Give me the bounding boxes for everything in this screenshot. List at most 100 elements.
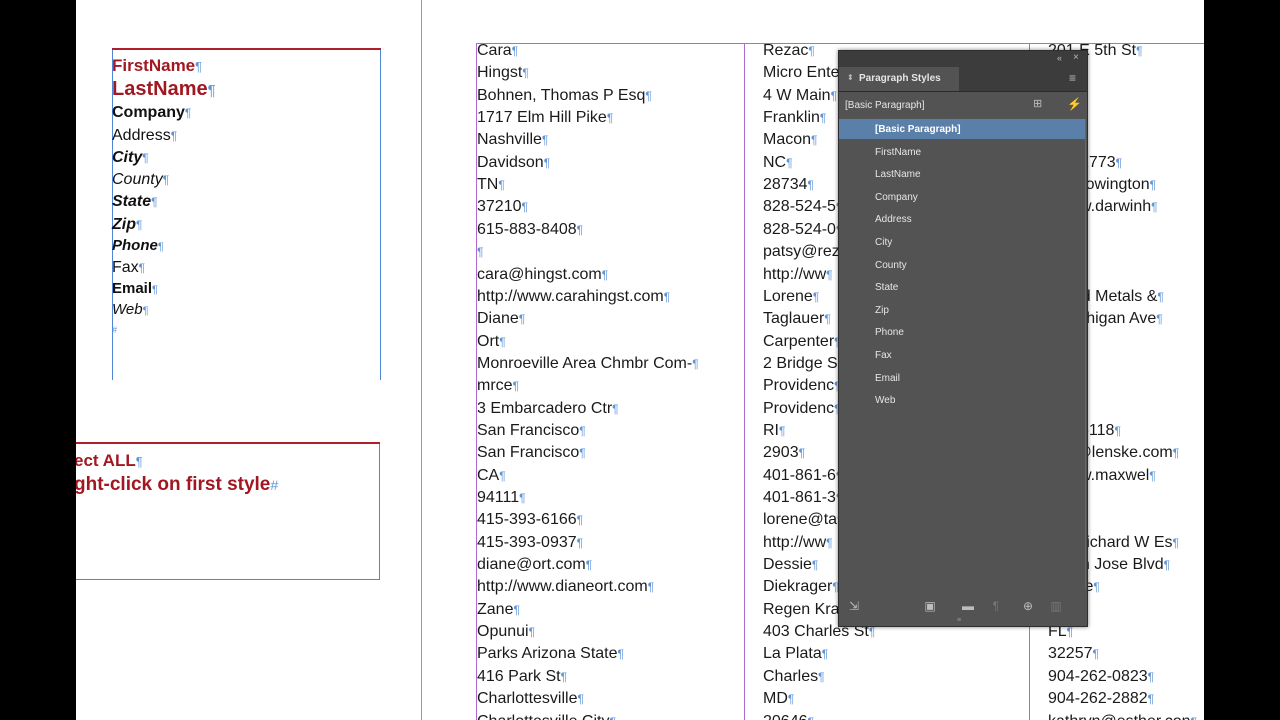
panel-scrollbar[interactable] (1085, 119, 1086, 589)
pilcrow-mark: ¶ (151, 195, 158, 209)
column-guide (744, 44, 745, 720)
clear-overrides-icon[interactable]: ¶ (989, 599, 1003, 613)
pilcrow-mark: ¶ (807, 178, 814, 193)
style-list-item[interactable]: Phone (839, 322, 1085, 342)
pilcrow-mark: ¶ (601, 267, 609, 282)
merge-column-1[interactable]: Cara¶ Hingst¶ Bohnen, Thomas P Esq¶ 1717 El… (477, 0, 741, 720)
merge-field-line: 37210¶ (477, 199, 528, 215)
style-sample-text: Email (112, 280, 153, 297)
style-list-item[interactable]: Company (839, 187, 1085, 207)
merge-field-line: Micro Ente¶ (763, 65, 846, 81)
pilcrow-mark: ¶ (1066, 625, 1074, 640)
style-sample-text: Company (112, 104, 185, 121)
tab-paragraph-styles[interactable]: ⬍ Paragraph Styles (839, 67, 959, 91)
pilcrow-mark: ¶ (645, 88, 652, 103)
lightning-icon[interactable]: ⚡ (1067, 98, 1082, 110)
style-list-label: LastName (875, 169, 921, 181)
style-list-item[interactable]: LastName (839, 164, 1085, 184)
style-list-item[interactable]: County (839, 255, 1085, 275)
trash-icon[interactable]: ▥ (1049, 599, 1063, 613)
merge-field-text: Monroeville Area Chmbr Com- (477, 354, 693, 372)
style-list-item[interactable]: City (839, 232, 1085, 252)
pilcrow-mark: ¶ (612, 401, 619, 416)
pilcrow-mark: ¶ (606, 111, 614, 126)
pilcrow-mark: ¶ (1149, 178, 1157, 193)
style-list-item[interactable]: Fax (839, 345, 1085, 365)
merge-field-line: Charles¶ (763, 668, 825, 685)
style-list-label: Company (875, 191, 918, 203)
pilcrow-mark: ¶ (142, 151, 149, 165)
pilcrow-mark: ¶ (1115, 155, 1123, 170)
style-list-item[interactable]: Zip (839, 300, 1085, 320)
style-sample-frame[interactable]: FirstName¶ LastName¶ Company¶ Address¶ City¶… (112, 48, 381, 380)
new-style-icon[interactable]: ⊕ (1021, 599, 1035, 613)
pilcrow-mark: ¶ (1151, 200, 1158, 215)
merge-field-line: kathryn@esther.con¶ (1048, 713, 1197, 720)
pilcrow-mark: ¶ (811, 558, 819, 573)
style-list-label: County (875, 259, 907, 271)
pilcrow-mark: ¶ (511, 44, 519, 58)
style-list-item[interactable]: [Basic Paragraph] (839, 119, 1085, 139)
merge-field-text: 94111 (477, 489, 520, 506)
merge-field-text: Cara (477, 42, 512, 59)
frame-right-edge (379, 444, 380, 580)
style-sample-email: Email¶ (112, 281, 158, 296)
style-list-item[interactable]: State (839, 277, 1085, 297)
merge-field-line: 1717 Elm Hill Pike¶ (477, 110, 613, 126)
style-sample-text: City (112, 149, 143, 166)
pilcrow-mark: ¶ (522, 66, 529, 81)
instruction-text-2: ght-click on first style (76, 474, 271, 495)
style-sample-county: County¶ (112, 172, 169, 188)
merge-field-text: MD (763, 690, 788, 708)
style-sample-address: Address¶ (112, 128, 177, 144)
close-panel-icon[interactable]: × (1073, 53, 1079, 63)
pilcrow-mark: ¶ (541, 133, 549, 148)
style-list-item[interactable]: FirstName (839, 142, 1085, 162)
create-style-icon[interactable]: ⊞ (1033, 99, 1042, 110)
merge-field-line: patsy@rez¶ (763, 244, 846, 260)
style-list-item[interactable]: Address (839, 209, 1085, 229)
pilcrow-mark: ¶ (521, 200, 528, 215)
merge-field-line: Zane¶ (477, 601, 520, 618)
panel-title-bar[interactable]: « × (839, 51, 1087, 67)
paragraph-styles-panel[interactable]: « × ⬍ Paragraph Styles ≡ [Basic Paragrap… (838, 50, 1088, 627)
merge-field-text: Taglauer (763, 310, 825, 328)
folder-icon[interactable]: ▬ (961, 599, 975, 613)
pilcrow-mark: ¶ (142, 305, 149, 317)
resize-grip-icon[interactable]: ≡ (957, 617, 961, 624)
style-sample-firstname: FirstName¶ (112, 57, 202, 74)
merge-field-line: 3 Embarcadero Ctr¶ (477, 400, 619, 417)
merge-field-line: 401-861-3¶ (763, 490, 842, 506)
pilcrow-mark: ¶ (868, 625, 876, 640)
merge-field-text: Providenc (763, 399, 835, 417)
merge-field-text: Nashville (477, 131, 542, 149)
style-sample-zip: Zip¶ (112, 217, 142, 233)
style-list-item[interactable]: Email (839, 368, 1085, 388)
merge-field-line: Charlottesville City¶ (477, 713, 616, 720)
new-style-group-icon[interactable]: ▣ (923, 599, 937, 613)
merge-field-text: San Francisco (477, 421, 580, 439)
merge-field-text: kathryn@esther.con (1048, 713, 1191, 720)
instruction-frame[interactable]: ect ALL¶ ght-click on first style# (76, 442, 380, 580)
merge-field-text: http://www.dianeort.com (477, 578, 648, 596)
pilcrow-mark: ¶ (195, 59, 202, 74)
panel-menu-icon[interactable]: ≡ (1069, 72, 1076, 84)
current-style-label: [Basic Paragraph] (845, 100, 925, 111)
style-list: [Basic Paragraph] FirstName LastName Compan… (839, 119, 1085, 589)
style-list-label: [Basic Paragraph] (875, 124, 961, 135)
merge-field-line: Nashville¶ (477, 132, 548, 148)
style-sample-fax: Fax¶ (112, 260, 145, 276)
merge-field-text: TN (477, 176, 499, 194)
merge-field-text: NC (763, 153, 787, 171)
frame-top-edge (112, 48, 381, 50)
style-mapping-icon[interactable]: ⇲ (847, 599, 861, 613)
pilcrow-mark: ¶ (136, 218, 143, 232)
pilcrow-mark: ¶ (162, 173, 170, 187)
pilcrow-mark: ¶ (647, 580, 655, 595)
style-list-label: Email (875, 372, 901, 384)
merge-field-line: 615-883-8408¶ (477, 221, 583, 238)
style-sample-phone: Phone¶ (112, 238, 164, 253)
style-list-item[interactable]: Web (839, 390, 1085, 410)
merge-field-text: 37210 (477, 198, 522, 216)
collapse-panel-icon[interactable]: « (1057, 54, 1062, 63)
